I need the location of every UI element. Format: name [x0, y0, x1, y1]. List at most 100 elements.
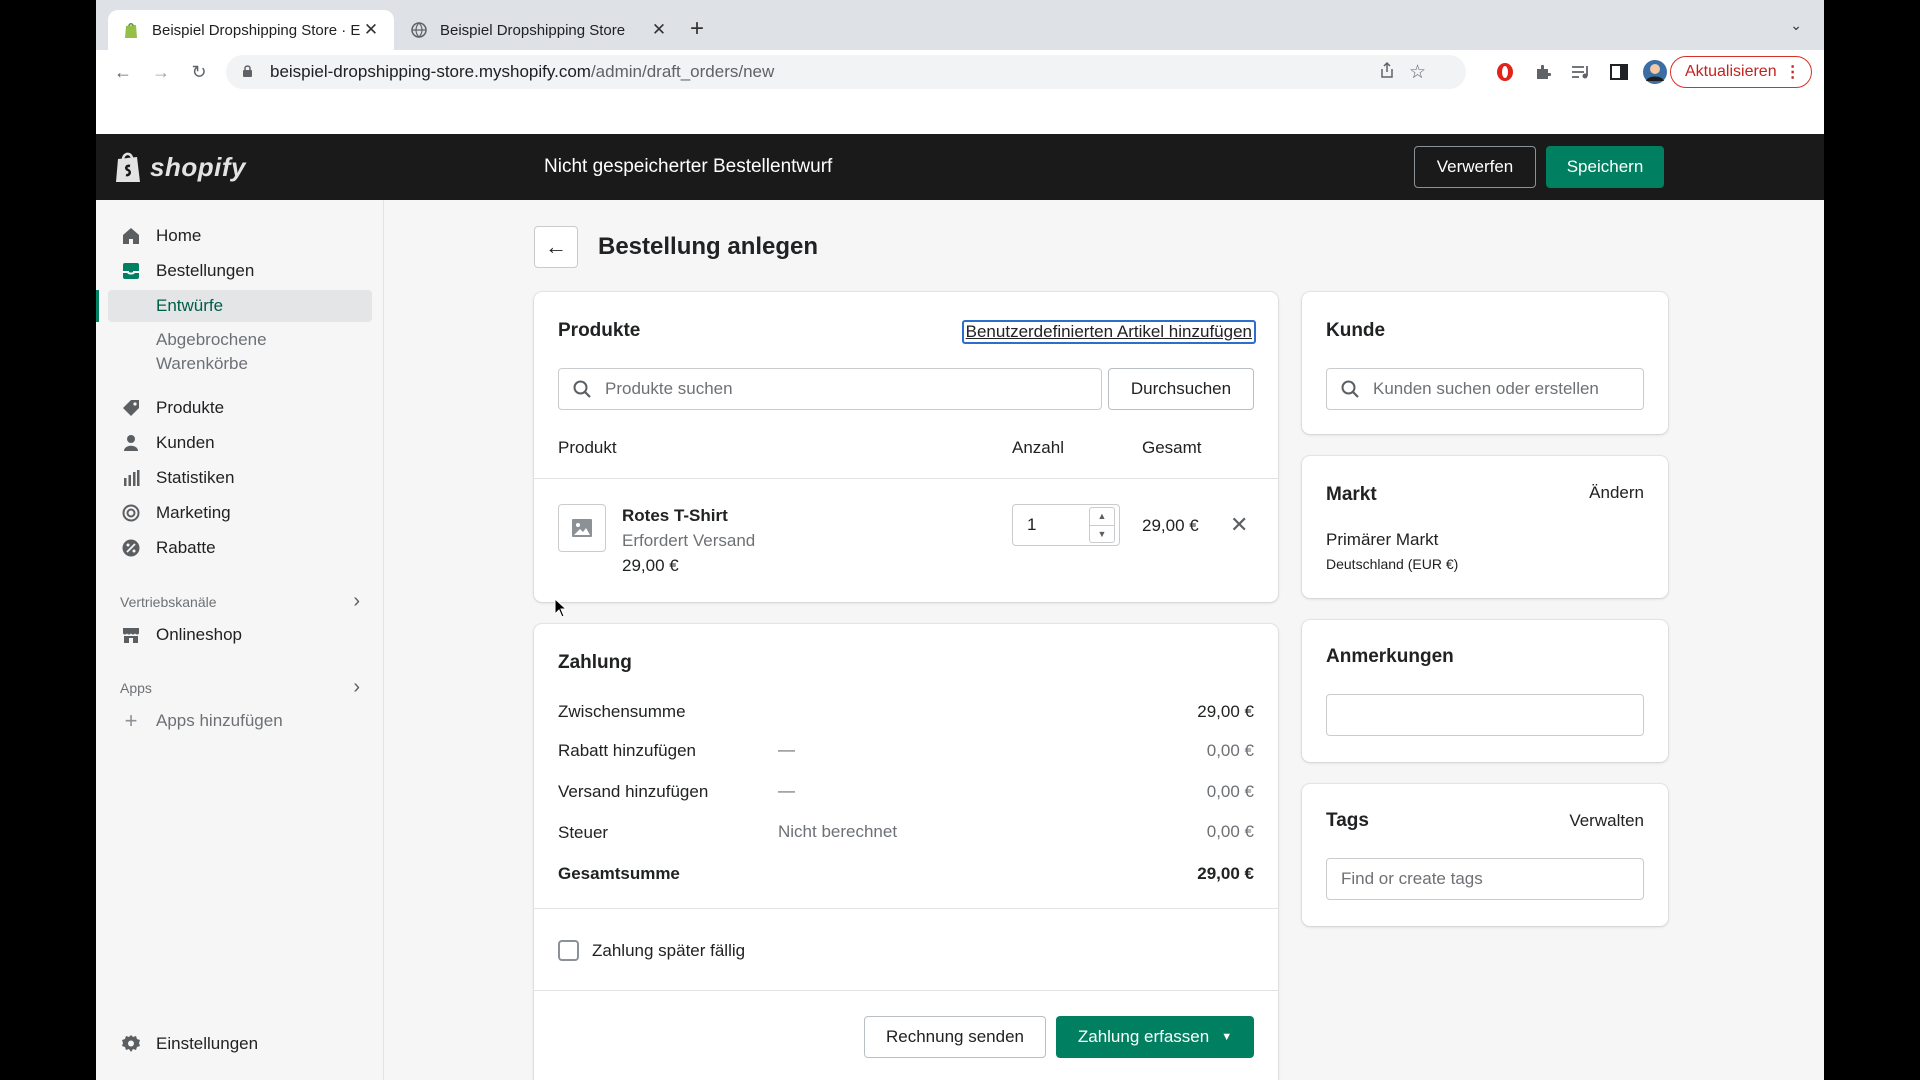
store-icon [120, 624, 142, 646]
logo-text: shopify [150, 151, 246, 182]
subtotal-label: Zwischensumme [558, 702, 686, 721]
tax-value: 0,00 € [1206, 822, 1254, 841]
close-tab-icon[interactable]: ✕ [362, 20, 380, 40]
sidebar-item-add-apps[interactable]: + Apps hinzufügen [108, 705, 372, 737]
browse-button[interactable]: Durchsuchen [1108, 368, 1254, 410]
add-discount-link[interactable]: Rabatt hinzufügen [558, 741, 696, 761]
discard-button[interactable]: Verwerfen [1414, 146, 1536, 188]
increment-icon[interactable]: ▲ [1089, 507, 1115, 526]
url-host: beispiel-dropshipping-store.myshopify.co… [270, 62, 591, 81]
reload-icon[interactable]: ↻ [186, 59, 212, 85]
address-bar[interactable]: beispiel-dropshipping-store.myshopify.co… [226, 55, 1466, 89]
browser-tab-inactive[interactable]: Beispiel Dropshipping Store ✕ [396, 10, 682, 50]
manage-tags-link[interactable]: Verwalten [1569, 811, 1644, 831]
sidebar-item-orders[interactable]: Bestellungen [108, 255, 372, 287]
close-tab-icon[interactable]: ✕ [650, 20, 668, 40]
home-icon [120, 225, 142, 247]
orders-inbox-icon [120, 260, 142, 282]
browser-tab-active[interactable]: Beispiel Dropshipping Store · E ✕ [108, 10, 394, 50]
tab-title: Beispiel Dropshipping Store · E [152, 21, 361, 39]
sidebar-item-drafts[interactable]: Entwürfe [108, 290, 372, 322]
market-card: Markt Ändern Primärer Markt Deutschland … [1302, 456, 1668, 598]
total-label: Gesamtsumme [558, 864, 680, 883]
payment-card-title: Zahlung [558, 652, 632, 673]
divider [534, 478, 1278, 479]
notes-input[interactable] [1326, 694, 1644, 736]
new-tab-icon[interactable]: + [690, 14, 704, 44]
change-market-link[interactable]: Ändern [1589, 483, 1644, 503]
tax-link[interactable]: Steuer [558, 823, 608, 843]
send-invoice-button[interactable]: Rechnung senden [864, 1016, 1046, 1058]
extensions-puzzle-icon[interactable] [1530, 59, 1556, 85]
update-browser-button[interactable]: Aktualisieren ⋮ [1670, 56, 1812, 88]
sidebar-item-discounts[interactable]: Rabatte [108, 532, 372, 564]
back-button[interactable]: ← [534, 226, 578, 268]
product-name: Rotes T-Shirt [622, 506, 728, 525]
line-total: 29,00 € [1142, 516, 1199, 535]
profile-avatar[interactable] [1642, 59, 1668, 85]
column-header-product: Produkt [558, 438, 617, 457]
market-card-title: Markt [1326, 484, 1377, 505]
side-panel-icon[interactable] [1606, 59, 1632, 85]
customer-search-input[interactable]: Kunden suchen oder erstellen [1326, 368, 1644, 410]
customer-card: Kunde Kunden suchen oder erstellen [1302, 292, 1668, 434]
url-path: /admin/draft_orders/new [590, 62, 775, 81]
tax-note: Nicht berechnet [778, 822, 898, 841]
sidebar-item-settings[interactable]: Einstellungen [108, 1028, 372, 1060]
bookmark-star-icon[interactable]: ☆ [1409, 61, 1426, 84]
quantity-stepper[interactable]: 1 ▲ ▼ [1012, 504, 1120, 546]
target-icon [120, 502, 142, 524]
tags-input[interactable]: Find or create tags [1326, 858, 1644, 900]
app-window: Beispiel Dropshipping Store · E ✕ Beispi… [96, 0, 1824, 1080]
more-vert-icon: ⋮ [1784, 64, 1801, 81]
pay-later-checkbox[interactable] [558, 940, 579, 961]
apps-heading[interactable]: Apps › [120, 676, 360, 699]
sidebar-item-analytics[interactable]: Statistiken [108, 462, 372, 494]
tab-search-chevron-icon[interactable]: ⌄ [1790, 17, 1802, 34]
browser-tab-bar: Beispiel Dropshipping Store · E ✕ Beispi… [96, 0, 1824, 50]
decrement-icon[interactable]: ▼ [1089, 525, 1115, 543]
notes-card: Anmerkungen [1302, 620, 1668, 762]
sidebar-item-online-store[interactable]: Onlineshop [108, 619, 372, 651]
sidebar-item-label: Bestellungen [156, 261, 255, 280]
chevron-right-icon: › [353, 676, 360, 698]
market-country: Deutschland (EUR €) [1326, 556, 1459, 572]
gear-icon [120, 1033, 142, 1055]
sidebar-item-home[interactable]: Home [108, 220, 372, 252]
globe-icon [410, 21, 428, 39]
tag-icon [120, 397, 142, 419]
sidebar-item-marketing[interactable]: Marketing [108, 497, 372, 529]
sidebar-item-label: Kunden [156, 433, 215, 452]
opera-extension-icon[interactable] [1492, 59, 1518, 85]
back-arrow-icon[interactable]: ← [110, 59, 136, 85]
selected-indicator [96, 290, 99, 322]
bar-chart-icon [120, 467, 142, 489]
remove-item-close-icon[interactable]: ✕ [1230, 512, 1248, 538]
product-search-input[interactable]: Produkte suchen [558, 368, 1102, 410]
payment-card: Zahlung Zwischensumme 29,00 € Rabatt hin… [534, 624, 1278, 1080]
sidebar-item-abandoned-checkouts[interactable]: Abgebrochene Warenkörbe [108, 328, 372, 376]
unsaved-draft-title: Nicht gespeicherter Bestellentwurf [544, 156, 833, 177]
plus-icon: + [124, 708, 138, 733]
sidebar-item-customers[interactable]: Kunden [108, 427, 372, 459]
sidebar-item-products[interactable]: Produkte [108, 392, 372, 424]
product-price-link[interactable]: 29,00 € [622, 556, 679, 576]
product-image-placeholder [558, 504, 606, 552]
products-card-title: Produkte [558, 320, 641, 341]
add-custom-item-link[interactable]: Benutzerdefinierten Artikel hinzufügen [961, 320, 1256, 344]
shopify-logo[interactable]: shopify [114, 150, 246, 184]
subtotal-value: 29,00 € [1197, 702, 1254, 721]
primary-market: Primärer Markt [1326, 530, 1439, 549]
forward-arrow-icon[interactable]: → [148, 59, 174, 85]
save-button[interactable]: Speichern [1546, 146, 1664, 188]
sidebar-item-label: Produkte [156, 398, 225, 417]
collect-payment-label: Zahlung erfassen [1077, 1027, 1210, 1046]
share-icon[interactable] [1379, 61, 1395, 84]
media-queue-icon[interactable] [1568, 59, 1594, 85]
sales-channels-heading[interactable]: Vertriebskanäle › [120, 590, 360, 613]
column-header-quantity: Anzahl [1012, 438, 1064, 457]
total-value: 29,00 € [1197, 864, 1254, 883]
collect-payment-button[interactable]: Zahlung erfassen ▼ [1056, 1016, 1254, 1058]
add-shipping-link[interactable]: Versand hinzufügen [558, 782, 708, 802]
tags-placeholder: Find or create tags [1341, 869, 1483, 888]
